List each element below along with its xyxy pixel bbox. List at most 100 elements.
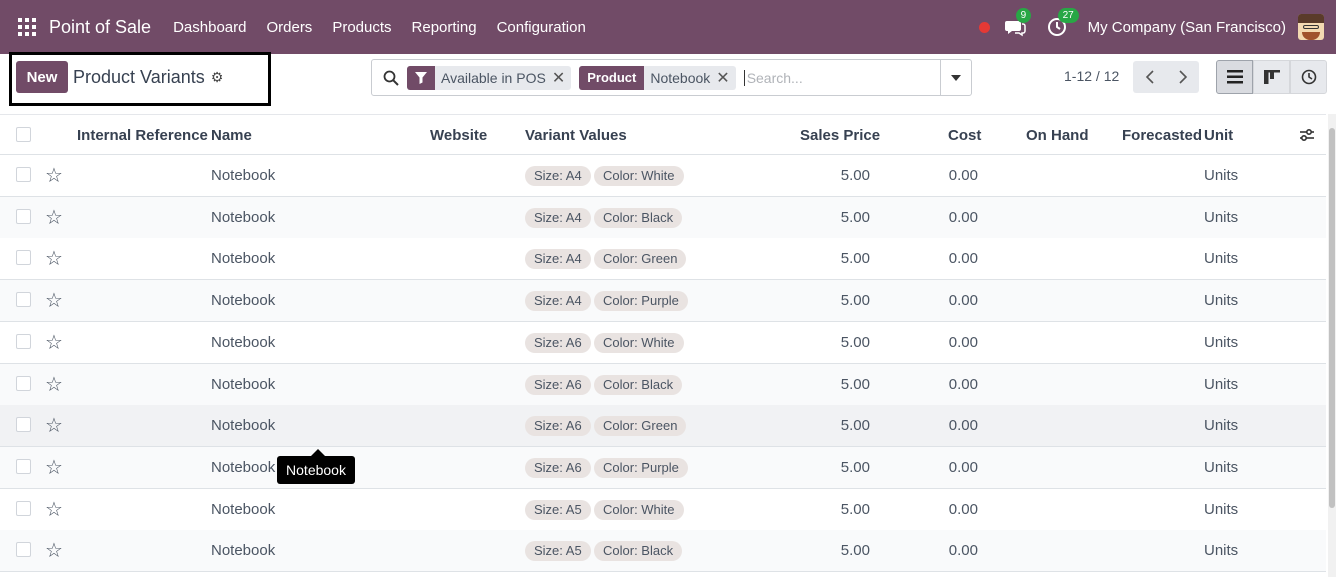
apps-menu-icon[interactable] <box>18 18 36 36</box>
cell-unit: Units <box>1204 458 1239 476</box>
activities-count-badge: 27 <box>1057 8 1079 23</box>
table-row[interactable]: ☆ Notebook Size: A6 Color: White 5.00 0.00 Uni… <box>0 321 1326 364</box>
column-unit[interactable]: Unit <box>1204 127 1233 144</box>
column-variant-values[interactable]: Variant Values <box>525 127 627 144</box>
activities-clock-icon[interactable]: 27 <box>1046 8 1079 38</box>
user-avatar[interactable] <box>1298 14 1324 40</box>
select-all-checkbox[interactable] <box>16 127 31 142</box>
variant-size-tag: Size: A4 <box>525 249 591 270</box>
list-view-button[interactable] <box>1216 60 1253 94</box>
column-sales-price[interactable]: Sales Price <box>800 127 880 144</box>
search-icon[interactable] <box>383 70 399 86</box>
row-checkbox[interactable] <box>16 333 31 349</box>
filter-facet-available[interactable]: Available in POS ✕ <box>407 65 572 90</box>
cell-sales-price: 5.00 <box>840 417 870 435</box>
row-checkbox[interactable] <box>16 458 31 474</box>
cell-unit: Units <box>1204 292 1239 310</box>
star-icon[interactable]: ☆ <box>45 413 63 438</box>
pager-next-button[interactable] <box>1166 61 1199 93</box>
star-icon[interactable]: ☆ <box>45 163 63 188</box>
clock-icon <box>1301 69 1316 85</box>
cell-sales-price: 5.00 <box>840 458 870 476</box>
row-checkbox[interactable] <box>16 500 31 516</box>
table-row[interactable]: ☆ Notebook Size: A4 Color: Purple 5.00 0.00 Un… <box>0 280 1326 323</box>
row-checkbox[interactable] <box>16 250 31 266</box>
menu-products[interactable]: Products <box>322 19 401 36</box>
star-icon[interactable]: ☆ <box>45 246 63 271</box>
pager-value[interactable]: 1-12 / 12 <box>1064 68 1119 84</box>
close-icon[interactable]: ✕ <box>552 68 571 88</box>
search-options-toggle[interactable] <box>940 60 971 95</box>
variant-color-tag: Color: Black <box>594 207 683 228</box>
activity-view-button[interactable] <box>1290 60 1327 94</box>
variant-size-tag: Size: A6 <box>525 457 591 478</box>
row-checkbox[interactable] <box>16 417 31 433</box>
new-button[interactable]: New <box>16 61 68 93</box>
star-icon[interactable]: ☆ <box>45 538 63 563</box>
cell-name: Notebook <box>211 417 276 435</box>
star-icon[interactable]: ☆ <box>45 455 63 480</box>
column-cost[interactable]: Cost <box>948 127 981 144</box>
variant-color-tag: Color: Green <box>594 416 687 437</box>
table-row[interactable]: ☆ Notebook Size: A5 Color: Black 5.00 0.00 Uni… <box>0 530 1326 573</box>
list-icon <box>1226 70 1243 84</box>
star-icon[interactable]: ☆ <box>45 288 63 313</box>
menu-dashboard[interactable]: Dashboard <box>163 19 256 36</box>
cell-name: Notebook <box>211 208 276 226</box>
company-switcher[interactable]: My Company (San Francisco) <box>1088 19 1286 36</box>
filter-facet-product[interactable]: Product Notebook ✕ <box>579 65 736 90</box>
variant-color-tag: Color: Green <box>594 249 687 270</box>
variant-color-tag: Color: White <box>594 499 684 520</box>
table-row[interactable]: ☆ Notebook Size: A6 Color: Green 5.00 0.00 Uni… <box>0 405 1326 448</box>
optional-columns-icon[interactable] <box>1299 127 1315 146</box>
row-checkbox[interactable] <box>16 167 31 182</box>
table-row[interactable]: ☆ Notebook Size: A6 Color: Black 5.00 0.00 Uni… <box>0 363 1326 406</box>
menu-reporting[interactable]: Reporting <box>402 19 487 36</box>
vertical-scrollbar[interactable] <box>1328 114 1336 577</box>
column-name[interactable]: Name <box>211 127 252 144</box>
gear-icon[interactable]: ⚙ <box>211 69 224 86</box>
app-name[interactable]: Point of Sale <box>49 17 151 38</box>
cell-cost: 0.00 <box>948 375 978 393</box>
table-row[interactable]: ☆ Notebook Size: A6 Color: Purple 5.00 0.00 Un… <box>0 446 1326 489</box>
search-input[interactable] <box>743 69 924 86</box>
column-internal-reference[interactable]: Internal Reference <box>77 127 208 144</box>
close-icon[interactable]: ✕ <box>716 68 735 88</box>
star-icon[interactable]: ☆ <box>45 372 63 397</box>
caret-down-icon <box>951 74 961 81</box>
table-row[interactable]: ☆ Notebook Size: A4 Color: White 5.00 0.00 Uni… <box>0 155 1326 197</box>
pager-previous-button[interactable] <box>1133 61 1166 93</box>
variant-color-tag: Color: Black <box>594 374 683 395</box>
table-row[interactable]: ☆ Notebook Size: A5 Color: White 5.00 0.00 Uni… <box>0 488 1326 531</box>
cell-name: Notebook <box>211 375 276 393</box>
cell-cost: 0.00 <box>948 333 978 351</box>
cell-unit: Units <box>1204 208 1239 226</box>
column-website[interactable]: Website <box>430 127 487 144</box>
recording-dot-icon[interactable] <box>978 21 990 33</box>
cell-unit: Units <box>1204 333 1239 351</box>
star-icon[interactable]: ☆ <box>45 330 63 355</box>
search-bar: Available in POS ✕ Product Notebook ✕ <box>371 59 972 96</box>
table-row[interactable]: ☆ Notebook Size: A4 Color: Black 5.00 0.00 Uni… <box>0 196 1326 239</box>
variant-size-tag: Size: A4 <box>525 207 591 228</box>
variant-color-tag: Color: White <box>594 166 684 186</box>
row-checkbox[interactable] <box>16 542 31 558</box>
cell-unit: Units <box>1204 542 1239 560</box>
row-checkbox[interactable] <box>16 375 31 391</box>
menu-configuration[interactable]: Configuration <box>487 19 596 36</box>
star-icon[interactable]: ☆ <box>45 497 63 522</box>
star-icon[interactable]: ☆ <box>45 205 63 230</box>
cell-unit: Units <box>1204 375 1239 393</box>
cell-name: Notebook <box>211 292 276 310</box>
table-row[interactable]: ☆ Notebook Size: A4 Color: Green 5.00 0.00 Uni… <box>0 238 1326 281</box>
menu-orders[interactable]: Orders <box>256 19 322 36</box>
column-on-hand[interactable]: On Hand <box>1026 127 1089 144</box>
row-checkbox[interactable] <box>16 292 31 308</box>
messages-icon[interactable]: 9 <box>1004 8 1032 38</box>
cell-name: Notebook <box>211 542 276 560</box>
variant-size-tag: Size: A5 <box>525 541 591 562</box>
cell-cost: 0.00 <box>948 417 978 435</box>
kanban-view-button[interactable] <box>1253 60 1290 94</box>
row-checkbox[interactable] <box>16 208 31 224</box>
column-forecasted[interactable]: Forecasted <box>1122 127 1202 144</box>
